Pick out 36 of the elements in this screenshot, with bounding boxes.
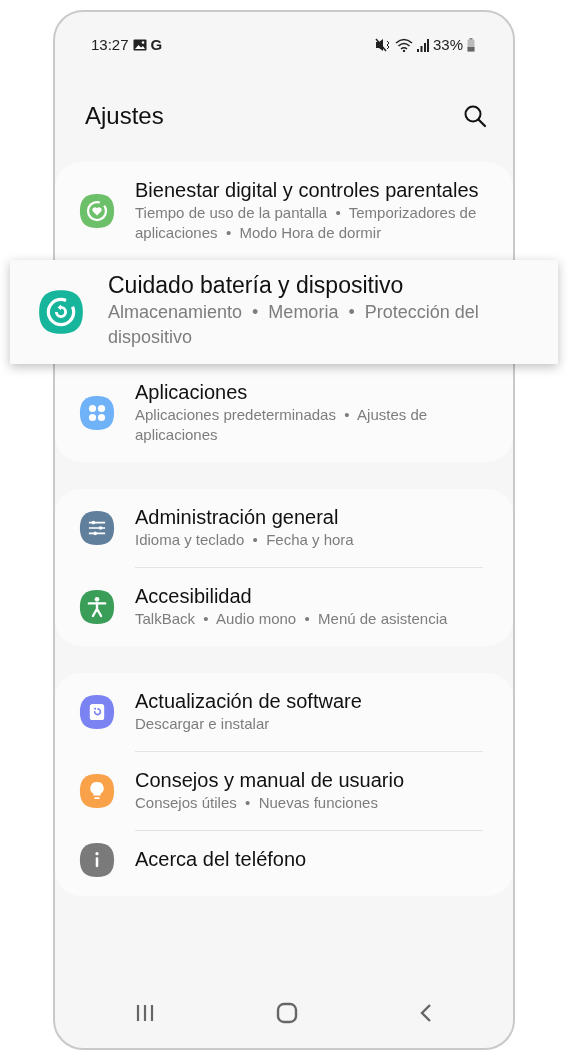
settings-item[interactable]: Accesibilidad TalkBack • Audio mono • Menú de asistencia	[55, 567, 513, 646]
back-icon[interactable]	[419, 1003, 433, 1023]
settings-item[interactable]: Consejos y manual de usuario Consejos útiles • Nuevas funciones	[55, 751, 513, 830]
settings-item[interactable]: Bienestar digital y controles parentales Tiempo de uso de la pantalla • Temporizadores de aplicaciones • Modo Hora de dormir	[55, 162, 513, 260]
settings-item[interactable]: Administración general Idioma y teclado • Fecha y hora	[55, 489, 513, 567]
signal-icon	[416, 38, 429, 52]
item-title: Aplicaciones	[135, 380, 249, 405]
item-subtitle: Descargar e instalar	[135, 714, 271, 734]
recent-apps-icon[interactable]	[135, 1004, 155, 1022]
settings-item[interactable]: Aplicaciones Aplicaciones predeterminadas • Ajustes de aplicaciones	[55, 364, 513, 462]
item-title: Cuidado batería y dispositivo	[108, 271, 405, 300]
item-title: Consejos y manual de usuario	[135, 768, 406, 793]
battery-icon	[467, 38, 475, 53]
item-title: Administración general	[135, 505, 340, 530]
page-title: Ajustes	[85, 101, 164, 131]
status-time: 13:27	[91, 35, 129, 55]
highlighted-settings-item[interactable]: Cuidado batería y dispositivo Almacenamiento • Memoria • Protección del dispositivo	[10, 260, 558, 364]
item-subtitle: Consejos útiles • Nuevas funciones	[135, 793, 379, 813]
image-icon	[132, 39, 147, 52]
item-subtitle: Almacenamiento • Memoria • Protección del dispositivo	[108, 301, 480, 349]
item-subtitle: Aplicaciones predeterminadas • Ajustes de aplicaciones	[135, 405, 429, 445]
item-title: Actualización de software	[135, 689, 363, 714]
item-title: Acerca del teléfono	[135, 847, 308, 872]
item-subtitle: TalkBack • Audio mono • Menú de asistencia	[135, 609, 449, 629]
account-icon: G	[150, 34, 163, 57]
item-subtitle: Idioma y teclado • Fecha y hora	[135, 530, 355, 550]
item-subtitle: Tiempo de uso de la pantalla • Temporizadores de aplicaciones • Modo Hora de dormir	[135, 203, 478, 243]
item-title: Accesibilidad	[135, 584, 253, 609]
wifi-icon	[394, 38, 413, 53]
settings-item[interactable]: Acerca del teléfono	[55, 830, 513, 889]
item-title: Bienestar digital y controles parentales	[135, 178, 480, 203]
mute-icon	[374, 38, 391, 53]
settings-item[interactable]: Actualización de software Descargar e instalar	[55, 673, 513, 751]
battery-percent: 33%	[432, 35, 463, 55]
home-icon[interactable]	[276, 1002, 298, 1024]
search-icon[interactable]	[463, 104, 487, 128]
